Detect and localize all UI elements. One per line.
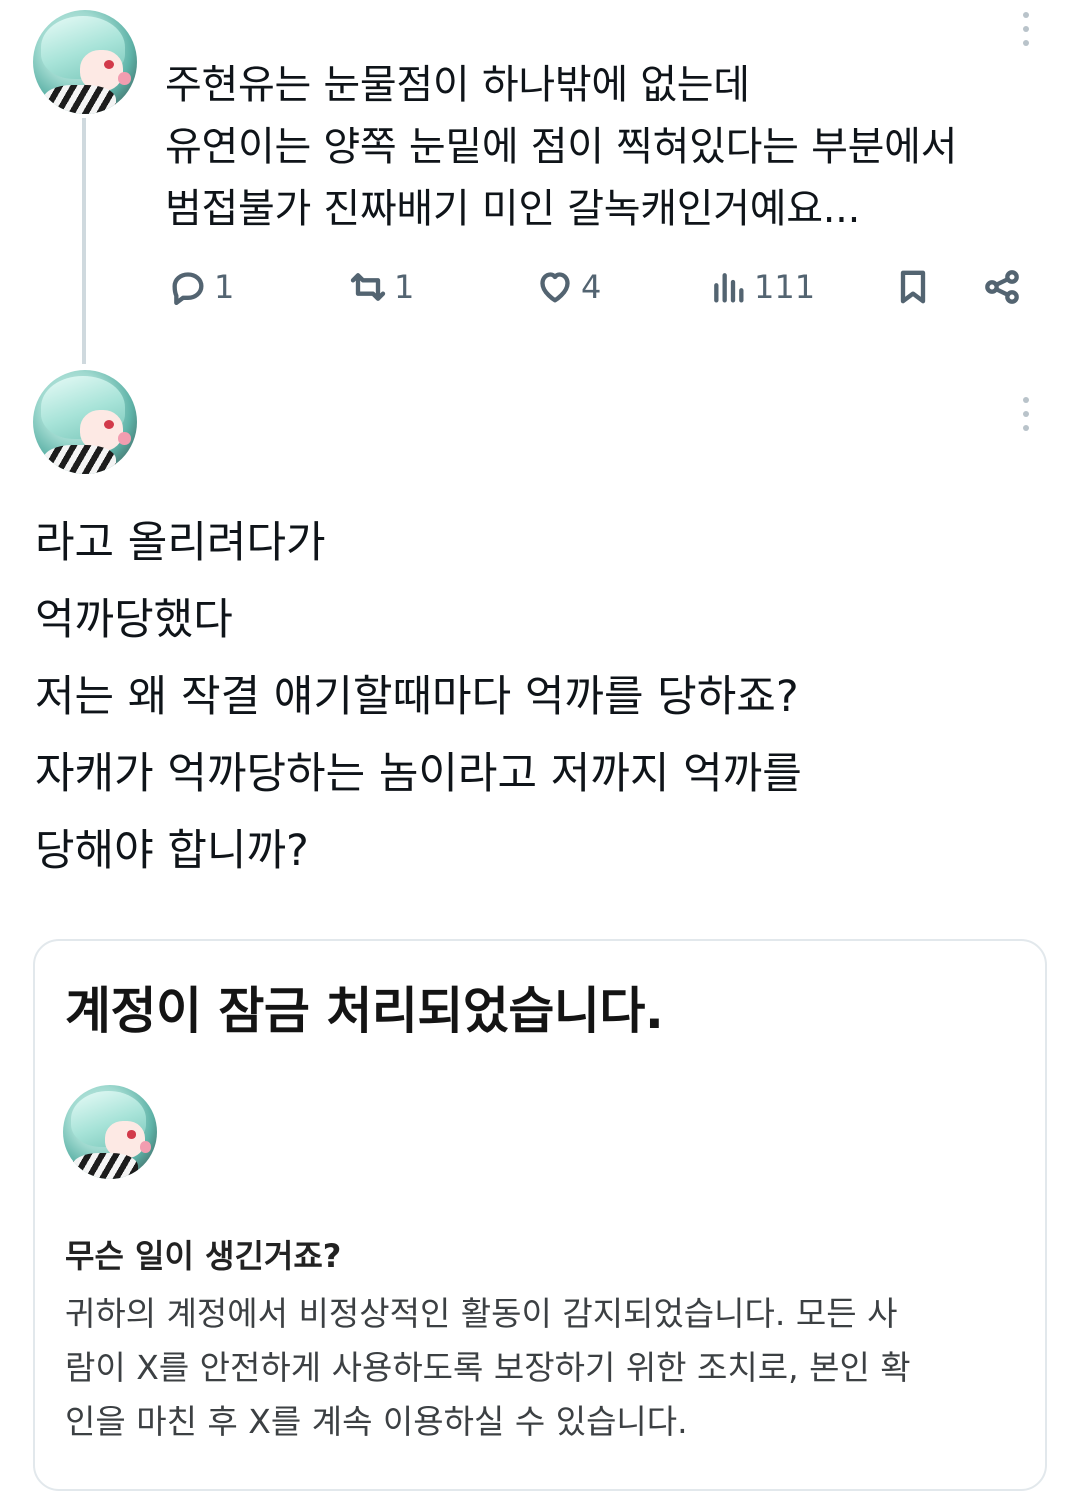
locked-body-line: 람이 X를 안전하게 사용하도록 보장하기 위한 조치로, 본인 확 <box>65 1348 911 1387</box>
avatar[interactable] <box>33 370 137 474</box>
like-button[interactable]: 4 <box>535 262 601 312</box>
tweet-text-line: 주현유는 눈물점이 하나밖에 없는데 <box>165 62 750 108</box>
like-icon <box>540 272 570 303</box>
tweet-text-line: 저는 왜 작결 얘기할때마다 억까를 당하죠? <box>35 672 799 722</box>
views-count: 111 <box>754 268 816 306</box>
tweet-text-line: 자캐가 억까당하는 놈이라고 저까지 억까를 <box>35 749 802 799</box>
bookmark-button[interactable] <box>893 262 933 312</box>
repost-icon <box>350 273 386 301</box>
attached-image[interactable]: 계정이 잠금 처리되었습니다. 무슨 일이 생긴거죠? 귀하의 계정에서 비정상… <box>33 939 1047 1491</box>
share-icon <box>985 270 1019 304</box>
tweet-text-line: 범접불가 진짜배기 미인 갈녹캐인거예요... <box>165 186 860 232</box>
repost-count: 1 <box>394 268 415 306</box>
locked-subtitle: 무슨 일이 생긴거죠? <box>65 1237 342 1275</box>
more-icon[interactable] <box>1023 12 1029 46</box>
tweet-text-line: 유연이는 양쪽 눈밑에 점이 찍혀있다는 부분에서 <box>165 124 958 170</box>
locked-body-line: 귀하의 계정에서 비정상적인 활동이 감지되었습니다. 모든 사 <box>65 1294 898 1333</box>
reply-count: 1 <box>214 268 235 306</box>
reply-icon <box>172 272 204 305</box>
tweet-text-line: 당해야 합니까? <box>35 826 309 876</box>
thread-line <box>82 118 86 364</box>
tweet-text-line: 억까당했다 <box>35 595 233 645</box>
avatar <box>63 1085 157 1179</box>
locked-body: 귀하의 계정에서 비정상적인 활동이 감지되었습니다. 모든 사 람이 X를 안… <box>65 1287 1025 1449</box>
locked-body-line: 인을 마친 후 X를 계속 이용하실 수 있습니다. <box>65 1402 688 1441</box>
bookmark-icon <box>900 270 926 304</box>
views-icon <box>714 273 744 303</box>
avatar[interactable] <box>33 10 137 114</box>
repost-button[interactable]: 1 <box>348 262 414 312</box>
like-count: 4 <box>581 268 602 306</box>
locked-title: 계정이 잠금 처리되었습니다. <box>65 982 664 1040</box>
tweet-text: 주현유는 눈물점이 하나밖에 없는데 유연이는 양쪽 눈밑에 점이 찍혀있다는 … <box>165 54 1045 240</box>
reply-button[interactable]: 1 <box>168 262 234 312</box>
views-button[interactable]: 111 <box>708 262 815 312</box>
tweet-text-line: 라고 올리려다가 <box>35 518 326 568</box>
more-icon[interactable] <box>1023 397 1029 431</box>
share-button[interactable] <box>982 262 1022 312</box>
tweet-text: 라고 올리려다가 억까당했다 저는 왜 작결 얘기할때마다 억까를 당하죠? 자… <box>35 505 1035 890</box>
